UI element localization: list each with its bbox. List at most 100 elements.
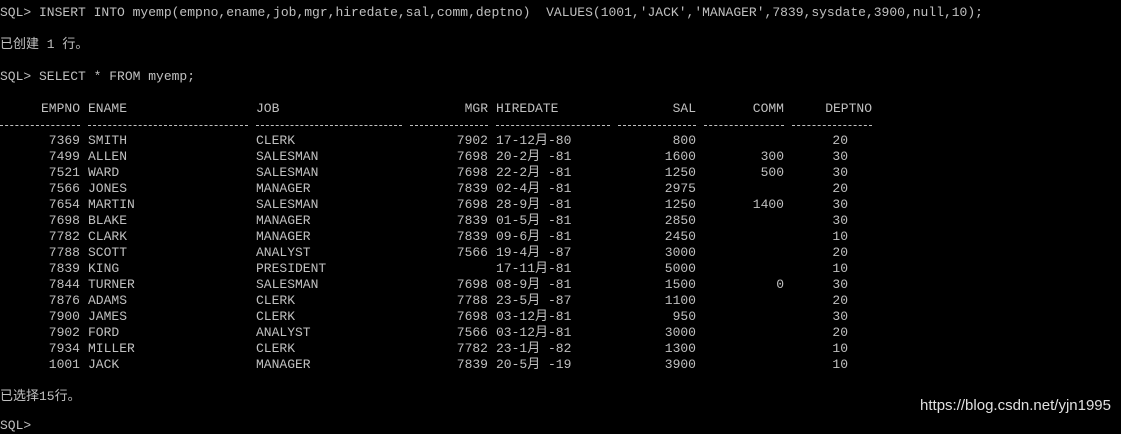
cell-ename: WARD [88,165,120,180]
cell-mgr: 7839 [456,181,488,196]
cell-deptno: 10 [832,357,848,372]
table-row: 7499 ALLEN SALESMAN 7698 20-2月 -81 1600 300 30 [0,149,900,165]
cell-ename: KING [88,261,120,276]
cell-empno: 7839 [48,261,80,276]
cell-empno: 7788 [48,245,80,260]
cell-ename: JACK [88,357,120,372]
cell-deptno: 20 [832,245,848,260]
next-sql-prompt: SQL> [0,418,32,433]
cell-mgr: 7839 [456,229,488,244]
cell-hiredate: 03-12月-81 [496,325,572,340]
cell-sal: 3000 [664,245,696,260]
header-hiredate: HIREDATE [496,101,559,116]
separator-dash [618,125,696,126]
cell-hiredate: 17-12月-80 [496,133,572,148]
cell-hiredate: 20-2月 -81 [496,149,572,164]
separator-dash [792,125,872,126]
table-row: 7902 FORD ANALYST 7566 03-12月-81 3000 20 [0,325,900,341]
cell-deptno: 30 [832,197,848,212]
cell-empno: 7369 [48,133,80,148]
cell-mgr: 7782 [456,341,488,356]
cell-job: SALESMAN [256,149,319,164]
cell-job: MANAGER [256,357,311,372]
cell-sal: 1100 [664,293,696,308]
cell-sal: 2850 [664,213,696,228]
cell-ename: ALLEN [88,149,128,164]
table-header-row: EMPNO ENAME JOB MGR HIREDATE SAL COMM DEPTNO [0,101,900,117]
insert-command-line: SQL> INSERT INTO myemp(empno,ename,job,m… [0,5,983,20]
cell-ename: ADAMS [88,293,128,308]
cell-empno: 7499 [48,149,80,164]
cell-ename: SCOTT [88,245,128,260]
cell-empno: 7900 [48,309,80,324]
cell-hiredate: 01-5月 -81 [496,213,572,228]
header-ename: ENAME [88,101,128,116]
cell-job: ANALYST [256,325,311,340]
cell-mgr: 7902 [456,133,488,148]
cell-ename: CLARK [88,229,128,244]
cell-ename: BLAKE [88,213,128,228]
cell-mgr: 7698 [456,309,488,324]
cell-deptno: 20 [832,133,848,148]
cell-hiredate: 19-4月 -87 [496,245,572,260]
header-mgr: MGR [464,101,488,116]
cell-sal: 5000 [664,261,696,276]
cell-deptno: 20 [832,293,848,308]
table-row: 1001 JACK MANAGER 7839 20-5月 -19 3900 10 [0,357,900,373]
cell-empno: 7566 [48,181,80,196]
table-row: 7698 BLAKE MANAGER 7839 01-5月 -81 2850 30 [0,213,900,229]
cell-deptno: 10 [832,229,848,244]
cell-empno: 7521 [48,165,80,180]
cell-mgr: 7788 [456,293,488,308]
cell-sal: 2450 [664,229,696,244]
cell-hiredate: 28-9月 -81 [496,197,572,212]
rows-selected-message: 已选择15行。 [0,389,81,404]
table-row: 7521 WARD SALESMAN 7698 22-2月 -81 1250 500 30 [0,165,900,181]
cell-empno: 7782 [48,229,80,244]
header-comm: COMM [752,101,784,116]
cell-job: CLERK [256,133,296,148]
cell-ename: SMITH [88,133,128,148]
cell-mgr: 7698 [456,197,488,212]
header-sal: SAL [672,101,696,116]
cell-mgr: 7698 [456,165,488,180]
cell-hiredate: 02-4月 -81 [496,181,572,196]
insert-result-message: 已创建 1 行。 [0,37,89,52]
cell-job: CLERK [256,293,296,308]
cell-job: CLERK [256,309,296,324]
cell-job: CLERK [256,341,296,356]
cell-mgr: 7839 [456,213,488,228]
cell-mgr: 7698 [456,149,488,164]
cell-hiredate: 08-9月 -81 [496,277,572,292]
cell-hiredate: 22-2月 -81 [496,165,572,180]
cell-sal: 800 [672,133,696,148]
cell-ename: MILLER [88,341,135,356]
cell-sal: 1500 [664,277,696,292]
cell-sal: 3900 [664,357,696,372]
cell-empno: 7698 [48,213,80,228]
cell-mgr: 7839 [456,357,488,372]
cell-empno: 7844 [48,277,80,292]
cell-ename: FORD [88,325,120,340]
cell-deptno: 30 [832,165,848,180]
cell-hiredate: 17-11月-81 [496,261,572,276]
separator-dash [410,125,488,126]
header-empno: EMPNO [40,101,80,116]
cell-empno: 7654 [48,197,80,212]
cell-mgr [408,261,488,277]
cell-deptno: 10 [832,341,848,356]
table-row: 7934 MILLER CLERK 7782 23-1月 -82 1300 10 [0,341,900,357]
cell-sal: 1600 [664,149,696,164]
table-row: 7876 ADAMS CLERK 7788 23-5月 -87 1100 20 [0,293,900,309]
cell-empno: 7876 [48,293,80,308]
cell-ename: MARTIN [88,197,135,212]
cell-mgr: 7566 [456,245,488,260]
cell-ename: JONES [88,181,128,196]
cell-hiredate: 20-5月 -19 [496,357,572,372]
sqlplus-console[interactable]: SQL> INSERT INTO myemp(empno,ename,job,m… [0,0,1121,433]
cell-deptno: 20 [832,325,848,340]
separator-dash [0,125,80,126]
separator-dash [704,125,784,126]
header-deptno: DEPTNO [825,101,872,116]
cell-empno: 7934 [48,341,80,356]
